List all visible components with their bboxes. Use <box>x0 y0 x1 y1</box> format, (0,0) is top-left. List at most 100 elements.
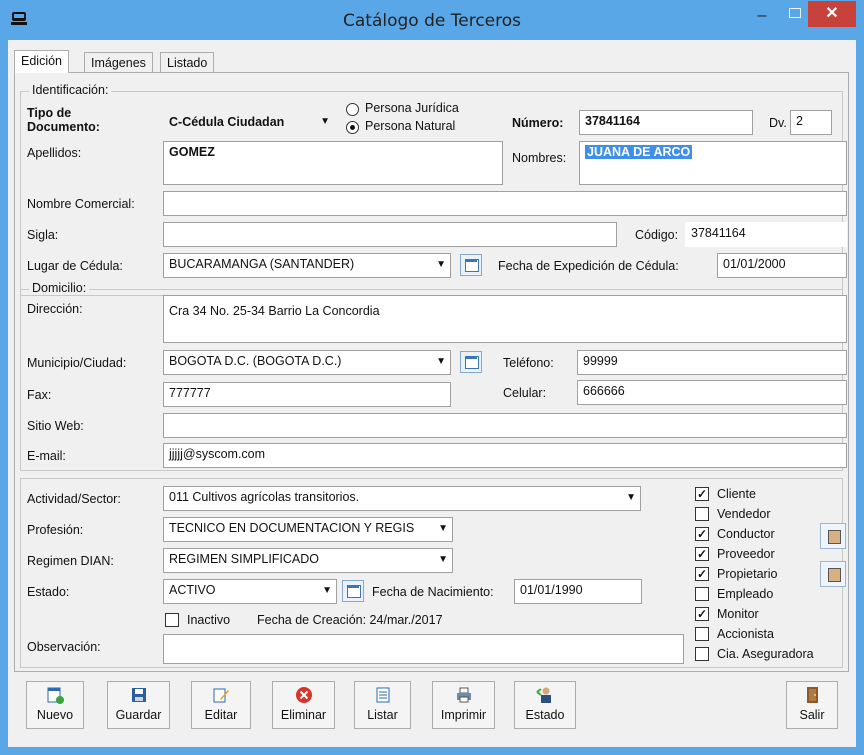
nombre-comercial-label: Nombre Comercial: <box>27 197 135 211</box>
eliminar-label: Eliminar <box>280 708 327 722</box>
vendedor-checkbox[interactable] <box>695 507 709 521</box>
estado-button[interactable]: Estado <box>514 681 576 729</box>
fax-input[interactable]: 777777 <box>163 382 451 407</box>
empleado-checkbox[interactable] <box>695 587 709 601</box>
cliente-label: Cliente <box>717 487 756 501</box>
municipio-lookup-button[interactable] <box>460 351 482 373</box>
persona-natural-radio[interactable] <box>346 121 359 134</box>
calendar-icon-header <box>465 356 477 359</box>
edit-icon <box>213 688 229 703</box>
sigla-label: Sigla: <box>27 228 59 242</box>
tipo-documento-value: C-Cédula Ciudadan <box>169 115 285 129</box>
listar-button[interactable]: Listar <box>354 681 411 729</box>
app-window: Catálogo de Terceros – ✕ Edición Imágene… <box>0 0 864 755</box>
actividad-select[interactable]: 011 Cultivos agrícolas transitorios. ▼ <box>163 486 641 511</box>
sitio-web-label: Sitio Web: <box>27 419 84 433</box>
delete-icon <box>295 687 312 703</box>
calendar-icon-button[interactable] <box>342 580 364 602</box>
calendar-icon-header <box>465 259 477 262</box>
new-document-icon <box>47 687 64 704</box>
empleado-label: Empleado <box>717 587 774 601</box>
person-icon <box>828 568 841 582</box>
list-icon <box>376 687 389 703</box>
fecha-nacimiento-input[interactable]: 01/01/1990 <box>514 579 642 604</box>
guardar-button[interactable]: Guardar <box>107 681 170 729</box>
chevron-down-icon: ▼ <box>436 259 446 270</box>
fecha-expedicion-input[interactable]: 01/01/2000 <box>717 253 847 278</box>
actividad-value: 011 Cultivos agrícolas transitorios. <box>169 490 360 504</box>
cia-aseguradora-checkbox[interactable] <box>695 647 709 661</box>
nombres-input[interactable]: JUANA DE ARCO <box>579 141 847 185</box>
nuevo-label: Nuevo <box>36 708 74 722</box>
maximize-button[interactable] <box>780 4 808 28</box>
eliminar-button[interactable]: Eliminar <box>272 681 335 729</box>
conductor-checkbox[interactable]: ✓ <box>695 527 709 541</box>
celular-input[interactable]: 666666 <box>577 380 847 405</box>
actividad-label: Actividad/Sector: <box>27 492 121 506</box>
cia-aseguradora-label: Cia. Aseguradora <box>717 647 814 661</box>
estado-select[interactable]: ACTIVO ▼ <box>163 579 337 604</box>
imprimir-button[interactable]: Imprimir <box>432 681 495 729</box>
dv-label: Dv. <box>769 116 787 130</box>
title-bar[interactable]: Catálogo de Terceros – ✕ <box>0 0 864 40</box>
chevron-down-icon: ▼ <box>438 523 448 534</box>
observacion-label: Observación: <box>27 640 101 654</box>
lugar-cedula-value: BUCARAMANGA (SANTANDER) <box>169 257 355 271</box>
observacion-input[interactable] <box>163 634 684 664</box>
codigo-input[interactable]: 37841164 <box>685 222 847 247</box>
exit-door-icon <box>807 687 818 703</box>
tab-listado[interactable]: Listado <box>160 52 215 72</box>
propietario-checkbox[interactable]: ✓ <box>695 567 709 581</box>
proveedor-checkbox[interactable]: ✓ <box>695 547 709 561</box>
municipio-select[interactable]: BOGOTA D.C. (BOGOTA D.C.) ▼ <box>163 350 451 375</box>
monitor-checkbox[interactable]: ✓ <box>695 607 709 621</box>
identificacion-group-label: Identificación: <box>29 83 112 97</box>
tipo-documento-select[interactable]: C-Cédula Ciudadan ▼ <box>163 111 335 135</box>
estado-label: Estado <box>525 708 565 722</box>
regimen-label: Regimen DIAN: <box>27 554 114 568</box>
salir-label: Salir <box>799 708 825 722</box>
salir-button[interactable]: Salir <box>786 681 838 729</box>
direccion-label: Dirección: <box>27 302 83 316</box>
chevron-down-icon: ▼ <box>438 554 448 565</box>
minimize-button[interactable]: – <box>748 4 776 28</box>
client-area: Edición Imágenes Listado Identificación:… <box>8 40 856 747</box>
lugar-cedula-select[interactable]: BUCARAMANGA (SANTANDER) ▼ <box>163 253 451 278</box>
direccion-input[interactable]: Cra 34 No. 25-34 Barrio La Concordia <box>163 295 847 343</box>
email-input[interactable]: jjjjj@syscom.com <box>163 443 847 468</box>
persona-juridica-radio[interactable] <box>346 103 359 116</box>
window-title: Catálogo de Terceros <box>343 11 521 31</box>
regimen-select[interactable]: REGIMEN SIMPLIFICADO ▼ <box>163 548 453 573</box>
telefono-input[interactable]: 99999 <box>577 350 847 375</box>
dv-input[interactable]: 2 <box>790 110 832 135</box>
tab-edicion[interactable]: Edición <box>14 50 69 73</box>
persona-juridica-label: Persona Jurídica <box>365 101 459 115</box>
tab-imagenes[interactable]: Imágenes <box>84 52 153 72</box>
nombre-comercial-input[interactable] <box>163 191 847 216</box>
fax-label: Fax: <box>27 388 52 402</box>
chevron-down-icon: ▼ <box>436 356 446 367</box>
vendedor-label: Vendedor <box>717 507 771 521</box>
calendar-icon-header <box>347 585 359 588</box>
sitio-web-input[interactable] <box>163 413 847 438</box>
numero-input[interactable]: 37841164 <box>579 110 753 135</box>
imprimir-label: Imprimir <box>440 708 487 722</box>
sigla-input[interactable] <box>163 222 617 247</box>
conductor-detail-button[interactable] <box>820 523 846 549</box>
numero-label: Número: <box>512 116 564 130</box>
propietario-detail-button[interactable] <box>820 561 846 587</box>
close-button[interactable]: ✕ <box>808 1 856 27</box>
nombres-label: Nombres: <box>512 151 567 165</box>
editar-button[interactable]: Editar <box>191 681 251 729</box>
estado-label: Estado: <box>27 585 70 599</box>
apellidos-input[interactable]: GOMEZ <box>163 141 503 185</box>
nuevo-button[interactable]: Nuevo <box>26 681 84 729</box>
celular-label: Celular: <box>503 386 547 400</box>
person-card-icon <box>828 530 841 544</box>
calendar-icon-button[interactable] <box>460 254 482 276</box>
inactivo-checkbox[interactable] <box>165 613 179 627</box>
editar-label: Editar <box>204 708 238 722</box>
cliente-checkbox[interactable]: ✓ <box>695 487 709 501</box>
accionista-checkbox[interactable] <box>695 627 709 641</box>
profesion-select[interactable]: TECNICO EN DOCUMENTACION Y REGIS ▼ <box>163 517 453 542</box>
